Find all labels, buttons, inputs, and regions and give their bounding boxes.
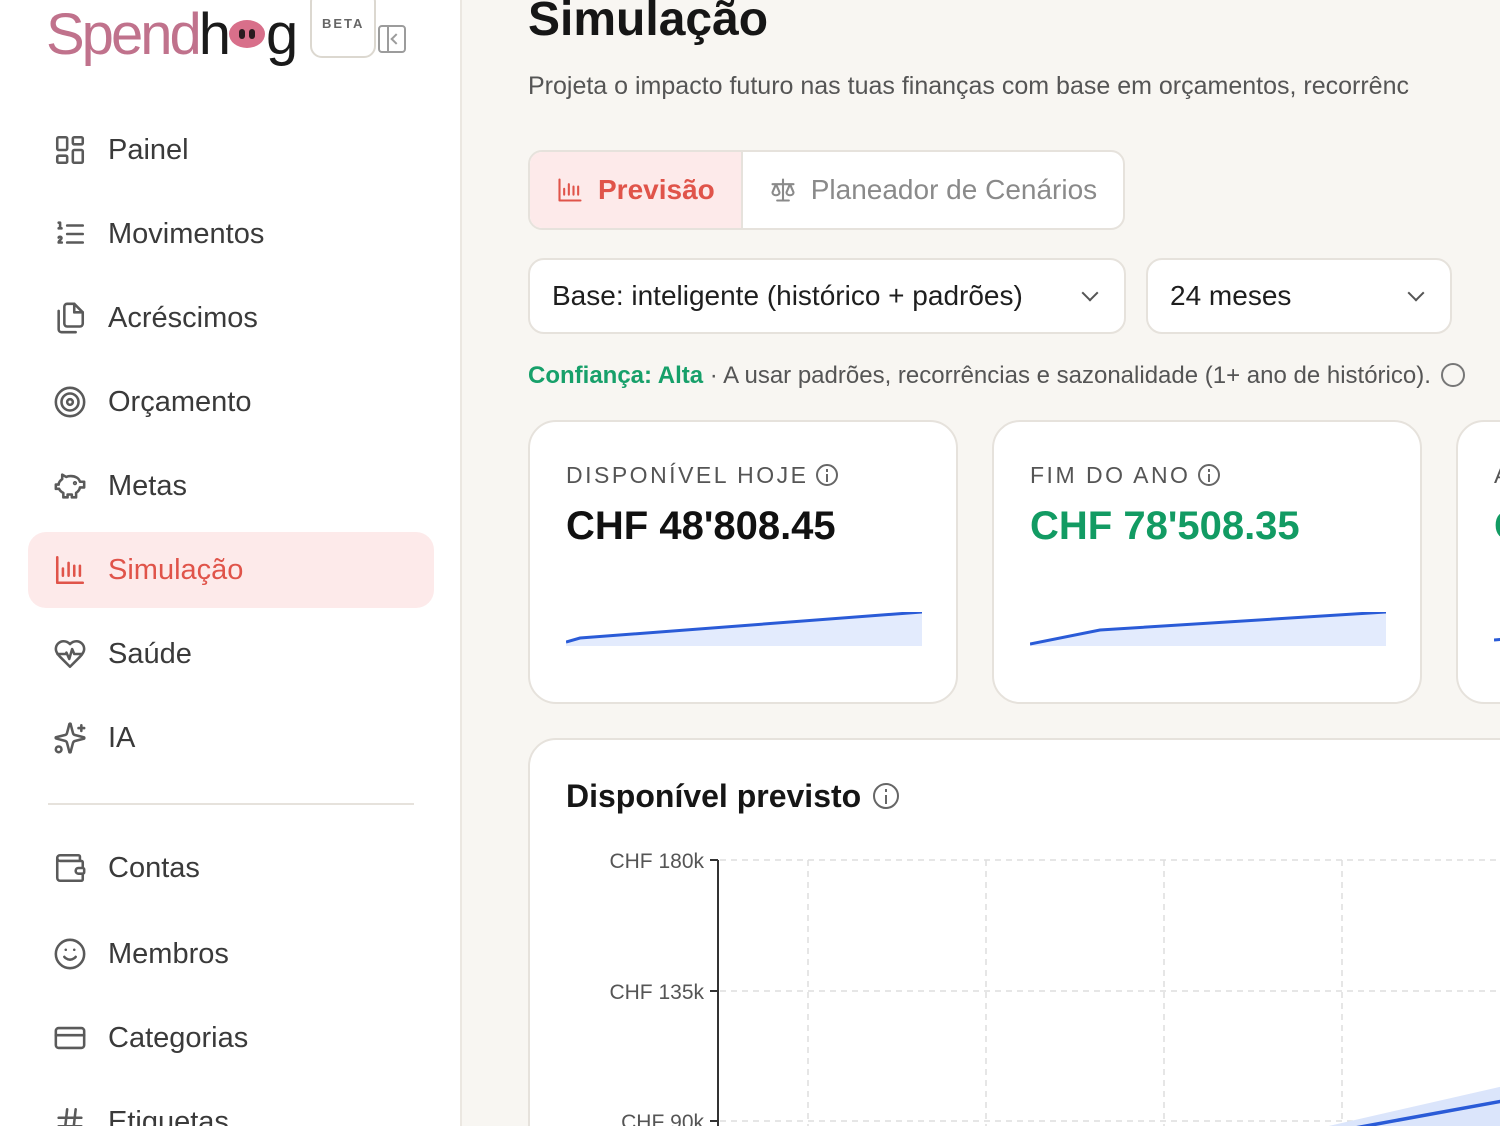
simulation-tabs: Previsão Planeador de Cenários [528,150,1126,230]
sidebar-item-label: Metas [108,469,187,502]
info-icon[interactable] [1198,464,1221,486]
sidebar-item-label: IA [108,721,136,754]
collapse-sidebar-button[interactable] [378,25,406,53]
sidebar-item-painel[interactable]: Painel [28,112,434,188]
chart-grid [720,859,1500,1126]
kpi-label: A [1494,462,1500,489]
sidebar-item-label: Membros [108,937,229,970]
sidebar-item-membros[interactable]: Membros [28,916,434,992]
bar-chart-icon [52,552,88,588]
tab-previsao[interactable]: Previsão [530,152,743,228]
sidebar-item-orcamento[interactable]: Orçamento [28,364,434,440]
kpi-label: DISPONÍVEL HOJE [566,462,839,489]
page-title: Simulação [528,0,769,46]
sidebar-item-label: Simulação [108,553,244,586]
sparkline [566,612,922,646]
piggy-bank-icon [52,468,88,504]
kpi-value: C [1494,504,1500,549]
logo-text-spend: Spend [46,2,202,67]
confidence-note: Confiança: Alta · A usar padrões, recorr… [528,362,1465,390]
info-icon[interactable] [816,464,839,486]
kpi-value: CHF 78'508.35 [1030,504,1300,548]
sidebar-item-etiquetas[interactable]: Etiquetas [28,1084,434,1126]
y-tick-label: CHF 90k [621,1111,704,1126]
sidebar-item-label: Acréscimos [108,301,258,334]
forecast-chart-card: Disponível previsto CHF 180k CHF 135k CH… [528,738,1500,1126]
sidebar-item-label: Movimentos [108,217,265,250]
hash-icon [52,1104,88,1126]
info-icon[interactable] [1440,363,1465,387]
sidebar-item-acrescimos[interactable]: Acréscimos [28,280,434,356]
main-content: Simulação Projeta o impacto futuro nas t… [464,0,1500,1126]
kpi-label: FIM DO ANO [1030,462,1221,489]
list-ordered-icon [52,216,88,252]
smile-icon [52,936,88,972]
sidebar-item-label: Contas [108,851,200,884]
chart-title-text: Disponível previsto [566,778,862,814]
sidebar-item-label: Saúde [108,637,192,670]
sidebar-item-simulacao[interactable]: Simulação [28,532,434,608]
confidence-band [1328,1086,1500,1126]
sidebar-item-ia[interactable]: IA [28,700,434,776]
y-tick-label: CHF 135k [609,981,704,1004]
kpi-label-text: DISPONÍVEL HOJE [566,462,809,488]
base-select[interactable]: Base: inteligente (histórico + padrões) [528,258,1126,334]
scale-icon [771,178,795,202]
bar-chart-icon [558,178,582,202]
files-icon [52,300,88,336]
page-subtitle: Projeta o impacto futuro nas tuas finanç… [528,72,1409,100]
sidebar-divider [48,803,414,805]
logo-text-h: h [198,2,231,67]
sparkles-icon [52,720,88,756]
sparkline [1494,638,1500,642]
pig-snout-icon [228,20,265,48]
wallet-icon [52,850,88,886]
kpi-label-text: FIM DO ANO [1030,462,1191,488]
tab-label: Planeador de Cenários [810,174,1098,205]
secondary-nav: Contas Membros Categorias Etiquetas [28,830,434,1126]
forecast-chart: CHF 180k CHF 135k CHF 90k [609,850,1500,1126]
sidebar-item-label: Etiquetas [108,1105,229,1126]
sidebar-item-label: Categorias [108,1021,249,1054]
kpi-card-fim-do-ano: FIM DO ANO CHF 78'508.35 [992,420,1422,704]
kpi-value: CHF 48'808.45 [566,504,836,548]
sidebar-item-contas[interactable]: Contas [28,830,434,906]
sidebar-item-label: Orçamento [108,385,252,418]
tab-label: Previsão [598,174,715,205]
chart-title: Disponível previsto [566,778,900,815]
tab-planeador-cenarios[interactable]: Planeador de Cenários [743,152,1123,228]
card-icon [52,1020,88,1056]
y-ticks [710,859,718,1122]
y-tick-label: CHF 180k [609,850,704,873]
sidebar-item-label: Painel [108,133,189,166]
chevron-down-icon [1081,284,1099,302]
sidebar-item-metas[interactable]: Metas [28,448,434,524]
beta-badge: BETA [310,0,377,58]
kpi-card-disponivel-hoje: DISPONÍVEL HOJE CHF 48'808.45 [528,420,958,704]
base-select-value: Base: inteligente (histórico + padrões) [552,280,1023,311]
period-select-value: 24 meses [1170,280,1292,311]
sidebar-item-categorias[interactable]: Categorias [28,1000,434,1076]
heart-pulse-icon [52,636,88,672]
sidebar-item-movimentos[interactable]: Movimentos [28,196,434,272]
confidence-text: · A usar padrões, recorrências e sazonal… [703,362,1431,389]
grid-icon [52,132,88,168]
sparkline [1030,612,1386,646]
info-icon[interactable] [873,783,900,809]
target-icon [52,384,88,420]
period-select[interactable]: 24 meses [1146,258,1452,334]
chevron-down-icon [1407,284,1425,302]
confidence-level: Confiança: Alta [528,362,704,389]
spendhog-logo[interactable]: Spendh g BETA [46,0,377,74]
sidebar-item-saude[interactable]: Saúde [28,616,434,692]
kpi-card-3: A C [1456,420,1500,704]
logo-text-g: g [265,2,298,67]
sidebar: Spendh g BETA Painel Movimentos Acréscimo… [0,0,462,1126]
main-nav: Painel Movimentos Acréscimos Orçamento M… [28,112,434,776]
